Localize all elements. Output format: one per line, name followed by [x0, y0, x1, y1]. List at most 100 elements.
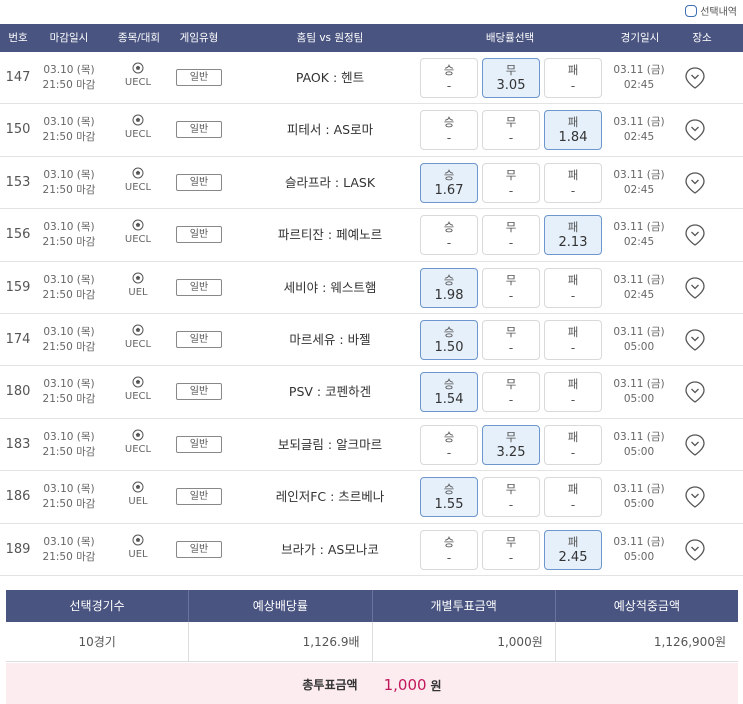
match-number: 183 — [5, 436, 31, 452]
header-odds: 배당률선택 — [485, 32, 535, 44]
location-pin-icon[interactable] — [684, 433, 706, 457]
odds-lose-button[interactable]: 패- — [544, 319, 602, 360]
location-pin-icon[interactable] — [684, 538, 706, 562]
game-type-badge: 일반 — [176, 330, 222, 348]
odds-draw-button[interactable]: 무- — [482, 477, 540, 518]
odds-win-button[interactable]: 승 1.98 — [420, 267, 478, 308]
header-teams: 홈팀 vs 원정팀 — [296, 32, 364, 44]
location-pin-icon[interactable] — [684, 276, 706, 300]
odds-win-button[interactable]: 승- — [420, 110, 478, 151]
location-pin-icon[interactable] — [684, 66, 706, 90]
odds-win-value: - — [446, 130, 452, 146]
odds-lose-label: 패 — [567, 220, 579, 235]
odds-lose-label: 패 — [567, 63, 579, 77]
odds-win-button[interactable]: 승 1.54 — [420, 372, 478, 413]
match-number: 180 — [5, 384, 31, 400]
match-row: 186 03.10 (목) 21:50 마감 UEL 일반 레인저FC : 츠르베나 승 1.… — [0, 471, 743, 524]
match-number: 150 — [5, 122, 31, 138]
summary-head-bet: 개별투표금액 — [373, 590, 556, 622]
match-teams: 슬라프라 : LASK — [284, 174, 376, 190]
odds-draw-button[interactable]: 무- — [482, 372, 540, 413]
odds-lose-button[interactable]: 패 1.84 — [544, 110, 602, 151]
sport-league: UEL — [118, 272, 158, 300]
odds-win-button[interactable]: 승- — [420, 529, 478, 570]
location-pin-icon[interactable] — [684, 171, 706, 195]
league-label: UEL — [128, 496, 148, 508]
odds-draw-button[interactable]: 무 3.25 — [482, 424, 540, 465]
odds-win-button[interactable]: 승- — [420, 215, 478, 256]
odds-draw-button[interactable]: 무- — [482, 267, 540, 308]
odds-draw-button[interactable]: 무- — [482, 319, 540, 360]
match-teams: 마르세유 : 바젤 — [289, 331, 371, 347]
game-type-badge: 일반 — [176, 278, 222, 296]
match-number: 156 — [5, 227, 31, 243]
header-venue: 장소 — [692, 32, 712, 44]
match-teams: 레인저FC : 츠르베나 — [275, 489, 385, 505]
selection-checkbox[interactable] — [685, 4, 698, 17]
game-date: 03.11 (금) — [613, 221, 665, 234]
game-date: 03.11 (금) — [613, 64, 665, 76]
odds-win-button[interactable]: 승- — [420, 58, 478, 98]
selection-label: 선택내역 — [700, 7, 737, 18]
location-pin-icon[interactable] — [684, 118, 706, 142]
odds-lose-button[interactable]: 패 2.13 — [544, 215, 602, 256]
soccer-ball-icon — [132, 219, 144, 231]
odds-draw-label: 무 — [505, 63, 517, 77]
odds-win-label: 승 — [443, 429, 455, 444]
game-type-badge: 일반 — [176, 173, 222, 191]
location-pin-icon[interactable] — [684, 328, 706, 352]
odds-lose-button[interactable]: 패- — [544, 372, 602, 413]
odds-win-button[interactable]: 승 1.50 — [420, 319, 478, 360]
deadline-time: 21:50 마감 — [42, 288, 96, 301]
odds-draw-value: - — [508, 235, 514, 251]
deadline-date: 03.10 (목) — [43, 116, 95, 129]
odds-lose-button[interactable]: 패- — [544, 162, 602, 203]
game-time: 02:45 — [623, 131, 655, 144]
game-type-badge: 일반 — [176, 488, 222, 506]
soccer-ball-icon — [132, 114, 144, 126]
odds-draw-button[interactable]: 무- — [482, 110, 540, 151]
summary-head-odds: 예상배당률 — [189, 590, 373, 622]
odds-draw-label: 무 — [505, 429, 517, 444]
odds-lose-button[interactable]: 패- — [544, 58, 602, 98]
soccer-ball-icon — [132, 62, 144, 74]
league-label: UECL — [124, 338, 152, 350]
location-pin-icon[interactable] — [684, 223, 706, 247]
match-row: 159 03.10 (목) 21:50 마감 UEL 일반 세비야 : 웨스트햄 승 1.98… — [0, 262, 743, 314]
header-sport: 종목/대회 — [117, 32, 161, 44]
total-unit: 원 — [430, 678, 442, 693]
odds-lose-button[interactable]: 패- — [544, 424, 602, 465]
total-amount: 1,000 — [383, 675, 427, 694]
match-number: 147 — [5, 70, 31, 85]
odds-draw-label: 무 — [505, 220, 517, 235]
odds-win-label: 승 — [443, 377, 455, 392]
odds-lose-button[interactable]: 패- — [544, 477, 602, 518]
odds-draw-button[interactable]: 무- — [482, 215, 540, 256]
odds-lose-button[interactable]: 패- — [544, 267, 602, 308]
odds-draw-label: 무 — [505, 115, 517, 130]
odds-draw-value: - — [508, 549, 514, 565]
odds-draw-button[interactable]: 무- — [482, 162, 540, 203]
sport-league: UECL — [118, 429, 158, 457]
odds-win-label: 승 — [443, 324, 455, 339]
location-pin-icon[interactable] — [684, 380, 706, 404]
selection-toggle[interactable]: 선택내역 — [685, 3, 737, 18]
odds-draw-button[interactable]: 무 3.05 — [482, 58, 540, 98]
odds-win-button[interactable]: 승 1.67 — [420, 162, 478, 203]
deadline-time: 21:50 마감 — [42, 445, 96, 458]
odds-lose-button[interactable]: 패 2.45 — [544, 529, 602, 570]
odds-draw-label: 무 — [505, 534, 517, 549]
odds-win-button[interactable]: 승- — [420, 424, 478, 465]
deadline-time: 21:50 마감 — [42, 340, 96, 353]
deadline-time: 21:50 마감 — [42, 131, 96, 144]
game-type-badge: 일반 — [176, 69, 222, 86]
location-pin-icon[interactable] — [684, 485, 706, 509]
match-row: 147 03.10 (목) 21:50 마감 UECL 일반 PAOK : 헨트 승 - 무 3.… — [0, 52, 743, 105]
game-date: 03.11 (금) — [613, 483, 665, 496]
deadline-time: 21:50 마감 — [42, 79, 96, 91]
odds-draw-button[interactable]: 무- — [482, 529, 540, 570]
odds-draw-label: 무 — [505, 377, 517, 392]
match-teams: 세비야 : 웨스트햄 — [283, 279, 377, 295]
deadline-date: 03.10 (목) — [43, 221, 95, 234]
odds-win-button[interactable]: 승 1.55 — [420, 477, 478, 518]
